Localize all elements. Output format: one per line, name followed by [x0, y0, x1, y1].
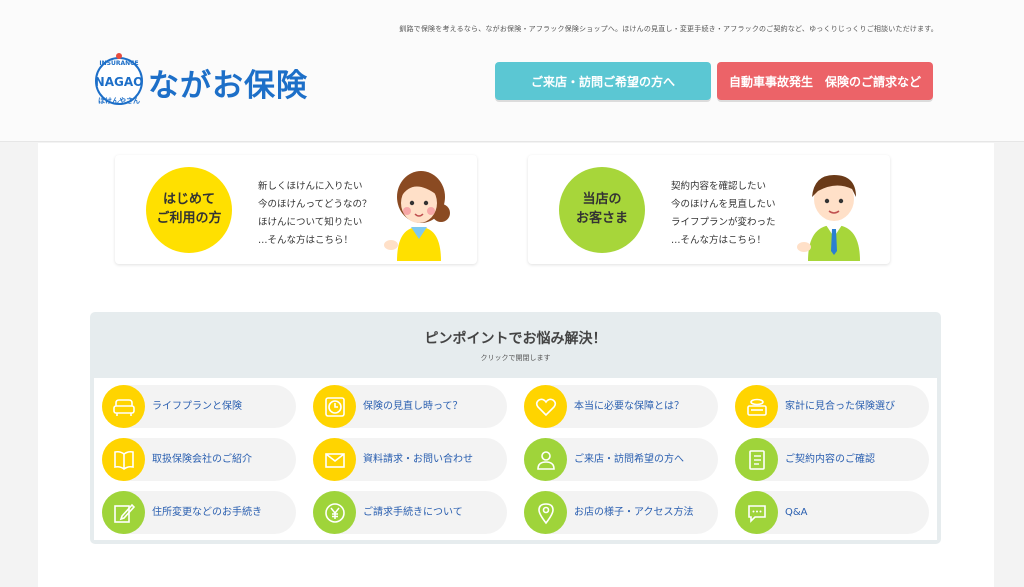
- mail-icon: [313, 438, 356, 481]
- chat-icon: [735, 491, 778, 534]
- pinpoint-item-qa[interactable]: Q&A: [735, 491, 929, 534]
- site-logo[interactable]: INSURANCE NAGAO ほけんやさん ながお保険: [90, 50, 308, 110]
- existing-customer-line: 契約内容を確認したい: [671, 181, 767, 192]
- pinpoint-subtitle: クリックで開閉します: [480, 354, 551, 362]
- first-time-badge: はじめて ご利用の方: [146, 167, 232, 253]
- first-time-line: 今のほけんってどうなの？: [258, 199, 372, 210]
- sofa-icon: [102, 385, 145, 428]
- coins-icon: [735, 385, 778, 428]
- pinpoint-grid: ライフプランと保険 保険の見直し時って？ 本当に必要な保障とは？ 家計に見合った…: [94, 378, 937, 540]
- accident-claim-button[interactable]: 自動車事故発生 保険のご請求など: [717, 62, 933, 100]
- pinpoint-item-visit[interactable]: ご来店・訪問希望の方へ: [524, 438, 718, 481]
- pinpoint-item-label: ライフプランと保険: [152, 401, 242, 412]
- pinpoint-title: ピンポイントでお悩み解決！: [424, 331, 607, 347]
- logo-badge-top-text: INSURANCE: [99, 60, 138, 67]
- yen-icon: [313, 491, 356, 534]
- pinpoint-item-life-plan[interactable]: ライフプランと保険: [102, 385, 296, 428]
- pinpoint-item-necessary-coverage[interactable]: 本当に必要な保障とは？: [524, 385, 718, 428]
- pinpoint-item-insurers[interactable]: 取扱保険会社のご紹介: [102, 438, 296, 481]
- pinpoint-item-contract-check[interactable]: ご契約内容のご確認: [735, 438, 929, 481]
- pinpoint-item-access[interactable]: お店の様子・アクセス方法: [524, 491, 718, 534]
- logo-badge-mid-text: NAGAO: [95, 75, 144, 89]
- pinpoint-item-budget-insurance[interactable]: 家計に見合った保険選び: [735, 385, 929, 428]
- pinpoint-item-label: 保険の見直し時って？: [363, 401, 463, 412]
- pencil-icon: [102, 491, 145, 534]
- existing-customer-badge-line2: お客さま: [575, 211, 628, 226]
- pinpoint-item-claim-process[interactable]: ご請求手続きについて: [313, 491, 507, 534]
- notebook-icon: [735, 438, 778, 481]
- existing-customer-badge: 当店の お客さま: [559, 167, 645, 253]
- visit-request-button[interactable]: ご来店・訪問ご希望の方へ: [495, 62, 711, 100]
- pinpoint-item-label: 取扱保険会社のご紹介: [152, 454, 252, 465]
- first-time-text: 新しくほけんに入りたい 今のほけんってどうなの？ ほけんについて知りたい …そん…: [258, 178, 372, 250]
- pinpoint-item-label: 資料請求・お問い合わせ: [363, 454, 473, 465]
- heart-icon: [524, 385, 567, 428]
- pinpoint-item-label: 家計に見合った保険選び: [785, 401, 895, 412]
- logo-badge-icon: INSURANCE NAGAO ほけんやさん: [95, 53, 144, 105]
- pinpoint-section: ピンポイントでお悩み解決！ クリックで開閉します ライフプランと保険 保険の見直…: [90, 312, 941, 544]
- person-icon: [524, 438, 567, 481]
- first-time-card[interactable]: はじめてご利用の方 新しくほけんに入りたい 今のほけんってどうなの？ ほけんにつ…: [115, 155, 477, 264]
- pinpoint-item-address-change[interactable]: 住所変更などのお手続き: [102, 491, 296, 534]
- existing-customer-line: …そんな方はこちら！: [671, 235, 767, 246]
- existing-customer-card[interactable]: 当店のお客さま 契約内容を確認したい 今のほけんを見直したい ライフプランが変わ…: [528, 155, 890, 264]
- first-time-line: ほけんについて知りたい: [258, 217, 363, 228]
- pinpoint-item-label: 住所変更などのお手続き: [152, 507, 262, 518]
- book-icon: [102, 438, 145, 481]
- existing-customer-badge-line1: 当店の: [582, 192, 622, 208]
- logo-text: ながお保険: [148, 68, 308, 104]
- pinpoint-item-label: ご契約内容のご確認: [785, 454, 875, 465]
- pinpoint-item-contact[interactable]: 資料請求・お問い合わせ: [313, 438, 507, 481]
- existing-customer-text: 契約内容を確認したい 今のほけんを見直したい ライフプランが変わった …そんな方…: [671, 178, 776, 250]
- pinpoint-item-label: Q&A: [785, 507, 808, 518]
- pinpoint-item-label: お店の様子・アクセス方法: [574, 507, 694, 518]
- pinpoint-item-review-timing[interactable]: 保険の見直し時って？: [313, 385, 507, 428]
- map-pin-icon: [524, 491, 567, 534]
- first-time-line: …そんな方はこちら！: [258, 235, 354, 246]
- first-time-line: 新しくほけんに入りたい: [258, 181, 363, 192]
- man-illustration-icon: [797, 175, 860, 261]
- existing-customer-line: ライフプランが変わった: [671, 217, 776, 228]
- existing-customer-line: 今のほけんを見直したい: [671, 199, 776, 210]
- pinpoint-item-label: ご請求手続きについて: [363, 507, 463, 518]
- pinpoint-item-label: ご来店・訪問希望の方へ: [574, 454, 684, 465]
- logo-badge-bottom-text: ほけんやさん: [98, 96, 140, 105]
- first-time-badge-line2: ご利用の方: [156, 211, 222, 226]
- site-header: 釧路で保険を考えるなら、ながお保険・アフラック保険ショップへ。ほけんの見直し・変…: [0, 0, 1024, 142]
- header-tagline: 釧路で保険を考えるなら、ながお保険・アフラック保険ショップへ。ほけんの見直し・変…: [399, 25, 938, 33]
- pinpoint-item-label: 本当に必要な保障とは？: [574, 401, 684, 412]
- first-time-badge-line1: はじめて: [162, 192, 215, 208]
- woman-illustration-icon: [384, 171, 450, 261]
- clock-icon: [313, 385, 356, 428]
